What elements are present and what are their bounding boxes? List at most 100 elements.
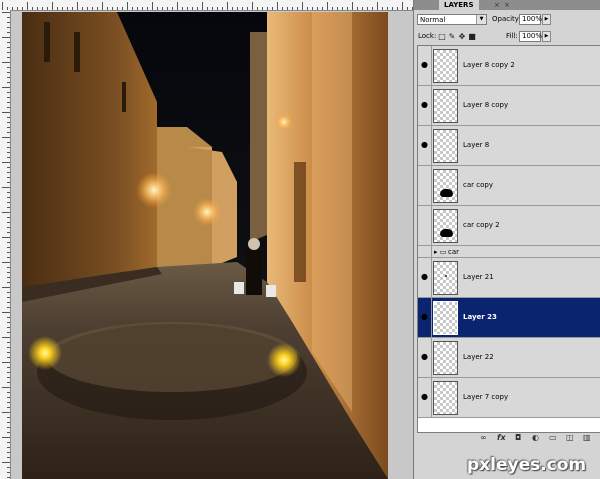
ruler-left xyxy=(0,10,11,479)
ruler-tick xyxy=(62,7,63,10)
ruler-tick xyxy=(2,187,10,188)
ruler-tick xyxy=(142,7,143,10)
visibility-toggle[interactable]: ● xyxy=(418,86,432,125)
layer-row[interactable]: ● Layer 21 xyxy=(418,258,600,298)
ruler-tick xyxy=(7,407,10,408)
ruler-tick xyxy=(237,7,238,10)
layer-row[interactable]: car copy xyxy=(418,166,600,206)
layer-row[interactable]: car copy 2 xyxy=(418,206,600,246)
visibility-toggle[interactable]: ● xyxy=(418,338,432,377)
ruler-tick xyxy=(7,397,10,398)
layer-thumbnail xyxy=(433,381,458,415)
adjustment-icon[interactable]: ◐ xyxy=(532,433,539,443)
ruler-tick xyxy=(7,292,10,293)
ruler-tick xyxy=(2,212,10,213)
ruler-tick xyxy=(7,467,10,468)
ruler-tick xyxy=(192,7,193,10)
fill-field[interactable]: 100% xyxy=(519,31,542,42)
ruler-tick xyxy=(372,7,373,10)
tab-layers[interactable]: LAYERS xyxy=(439,0,479,10)
ruler-tick xyxy=(7,392,10,393)
ruler-tick xyxy=(7,427,10,428)
ruler-tick xyxy=(77,2,78,10)
ruler-tick xyxy=(2,262,10,263)
eye-icon: ● xyxy=(421,392,428,401)
layer-thumbnail xyxy=(433,169,458,203)
ruler-tick xyxy=(7,217,10,218)
ruler-tick xyxy=(7,447,10,448)
ruler-tick xyxy=(2,237,10,238)
layer-group-row[interactable]: ▸ ▭ car xyxy=(418,246,600,258)
ruler-tick xyxy=(7,317,10,318)
layer-list: ● Layer 8 copy 2 ● Layer 8 copy ● Layer 8 car … xyxy=(417,45,600,433)
ruler-tick xyxy=(362,7,363,10)
layer-row[interactable]: ● Layer 23 xyxy=(418,298,600,338)
trash-icon[interactable]: ▥ xyxy=(583,433,591,443)
visibility-toggle[interactable]: ● xyxy=(418,378,432,417)
ruler-tick xyxy=(2,12,10,13)
ruler-tick xyxy=(7,142,10,143)
layer-row[interactable]: ● Layer 7 copy xyxy=(418,378,600,418)
ruler-tick xyxy=(7,102,10,103)
layer-row[interactable]: ● Layer 8 xyxy=(418,126,600,166)
ruler-tick xyxy=(127,2,128,10)
ruler-tick xyxy=(222,7,223,10)
lock-position-icon[interactable]: ✥ xyxy=(458,32,466,41)
folder-icon[interactable]: ▭ xyxy=(549,433,557,443)
blend-mode-select[interactable]: Normal ▼ xyxy=(417,14,487,25)
layer-thumbnail xyxy=(433,89,458,123)
ruler-tick xyxy=(7,342,10,343)
layer-name: car copy 2 xyxy=(463,221,500,229)
visibility-toggle[interactable]: ● xyxy=(418,258,432,297)
visibility-toggle[interactable] xyxy=(418,166,432,205)
ruler-tick xyxy=(2,137,10,138)
ruler-tick xyxy=(7,357,10,358)
ruler-tick xyxy=(352,2,353,10)
ruler-tick xyxy=(7,197,10,198)
opacity-slider-button[interactable]: ▶ xyxy=(542,14,551,25)
new-layer-icon[interactable]: ◫ xyxy=(566,433,574,443)
panel-bottom-bar: ∞ fx ◘ ◐ ▭ ◫ ▥ xyxy=(414,432,600,444)
ruler-tick xyxy=(2,162,10,163)
lock-transparent-icon[interactable]: □ xyxy=(438,32,446,41)
ruler-tick xyxy=(107,7,108,10)
visibility-toggle[interactable]: ● xyxy=(418,298,432,337)
ruler-tick xyxy=(7,422,10,423)
tab-overflow[interactable]: × × xyxy=(494,0,511,10)
fx-icon[interactable]: fx xyxy=(497,433,506,443)
layer-row[interactable]: ● Layer 22 xyxy=(418,338,600,378)
ruler-tick xyxy=(117,7,118,10)
ruler-tick xyxy=(2,387,10,388)
ruler-tick xyxy=(52,2,53,10)
ruler-tick xyxy=(57,7,58,10)
ruler-tick xyxy=(227,2,228,10)
layer-row[interactable]: ● Layer 8 copy 2 xyxy=(418,46,600,86)
ruler-tick xyxy=(377,2,378,10)
visibility-toggle[interactable]: ● xyxy=(418,46,432,85)
lock-all-icon[interactable]: ■ xyxy=(468,32,476,41)
ruler-tick xyxy=(347,7,348,10)
ruler-tick xyxy=(7,172,10,173)
ruler-tick xyxy=(232,7,233,10)
ruler-tick xyxy=(2,362,10,363)
ruler-tick xyxy=(202,2,203,10)
ruler-tick xyxy=(7,157,10,158)
document-canvas[interactable] xyxy=(22,12,388,479)
layer-name: Layer 8 copy xyxy=(463,101,509,109)
lock-image-icon[interactable]: ✎ xyxy=(448,32,456,41)
ruler-tick xyxy=(7,457,10,458)
opacity-field[interactable]: 100% xyxy=(519,14,542,25)
ruler-tick xyxy=(187,7,188,10)
visibility-toggle[interactable] xyxy=(418,206,432,245)
eye-icon: ● xyxy=(421,312,428,321)
eye-icon: ● xyxy=(421,60,428,69)
fill-slider-button[interactable]: ▶ xyxy=(542,31,551,42)
visibility-toggle[interactable]: ● xyxy=(418,126,432,165)
layer-row[interactable]: ● Layer 8 copy xyxy=(418,86,600,126)
visibility-toggle[interactable] xyxy=(418,246,432,257)
ruler-tick xyxy=(242,7,243,10)
ruler-tick xyxy=(287,7,288,10)
ruler-tick xyxy=(217,7,218,10)
link-icon[interactable]: ∞ xyxy=(480,433,487,443)
mask-icon[interactable]: ◘ xyxy=(515,433,521,443)
